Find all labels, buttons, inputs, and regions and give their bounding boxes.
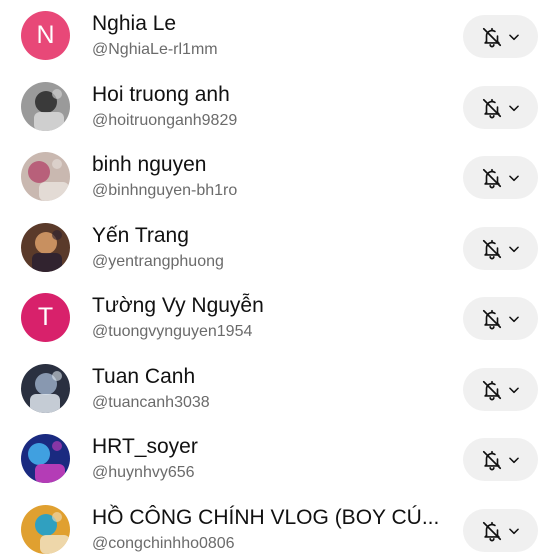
bell-off-icon xyxy=(481,449,503,471)
channel-handle: @yentrangphuong xyxy=(92,253,224,270)
channel-row[interactable]: Yến Trang @yentrangphuong xyxy=(0,212,560,282)
channel-name[interactable]: HỒ CÔNG CHÍNH VLOG (BOY CÚ... xyxy=(92,504,452,532)
channel-avatar[interactable] xyxy=(21,505,70,554)
channel-avatar[interactable] xyxy=(21,82,70,131)
channel-row[interactable]: Hoi truong anh @hoitruonganh9829 xyxy=(0,71,560,141)
bell-off-icon xyxy=(481,308,503,330)
chevron-down-icon xyxy=(507,383,521,397)
channel-name[interactable]: Yến Trang xyxy=(92,222,452,250)
channel-avatar[interactable] xyxy=(21,223,70,272)
channel-avatar[interactable]: N xyxy=(21,11,70,60)
notification-settings-button[interactable] xyxy=(463,15,538,58)
channel-name[interactable]: Tường Vy Nguyễn xyxy=(92,292,452,320)
chevron-down-icon xyxy=(507,242,521,256)
bell-off-icon xyxy=(481,379,503,401)
channel-avatar[interactable]: T xyxy=(21,293,70,342)
notification-settings-button[interactable] xyxy=(463,227,538,270)
chevron-down-icon xyxy=(507,171,521,185)
channel-row[interactable]: T Tường Vy Nguyễn @tuongvynguyen1954 xyxy=(0,282,560,352)
bell-off-icon xyxy=(481,520,503,542)
notification-settings-button[interactable] xyxy=(463,156,538,199)
channel-name[interactable]: Tuan Canh xyxy=(92,363,452,391)
chevron-down-icon xyxy=(507,524,521,538)
channel-row[interactable]: HRT_soyer @huynhvy656 xyxy=(0,423,560,493)
channel-name[interactable]: HRT_soyer xyxy=(92,433,452,461)
channel-handle: @NghiaLe-rl1mm xyxy=(92,41,218,58)
channel-avatar[interactable] xyxy=(21,152,70,201)
channel-row[interactable]: binh nguyen @binhnguyen-bh1ro xyxy=(0,141,560,211)
channel-row[interactable]: Tuan Canh @tuancanh3038 xyxy=(0,353,560,423)
bell-off-icon xyxy=(481,238,503,260)
channel-handle: @congchinhho0806 xyxy=(92,535,235,552)
bell-off-icon xyxy=(481,167,503,189)
bell-off-icon xyxy=(481,97,503,119)
channel-name[interactable]: Hoi truong anh xyxy=(92,81,452,109)
channel-handle: @tuancanh3038 xyxy=(92,394,210,411)
avatar-initial: T xyxy=(37,303,54,331)
bell-off-icon xyxy=(481,26,503,48)
channel-handle: @hoitruonganh9829 xyxy=(92,112,238,129)
channel-name[interactable]: Nghia Le xyxy=(92,10,452,38)
notification-settings-button[interactable] xyxy=(463,438,538,481)
chevron-down-icon xyxy=(507,312,521,326)
channel-name[interactable]: binh nguyen xyxy=(92,151,452,179)
notification-settings-button[interactable] xyxy=(463,86,538,129)
subscription-list: N Nghia Le @NghiaLe-rl1mm Hoi truong anh @ho… xyxy=(0,0,560,560)
notification-settings-button[interactable] xyxy=(463,368,538,411)
avatar-initial: N xyxy=(36,21,55,49)
chevron-down-icon xyxy=(507,453,521,467)
channel-handle: @huynhvy656 xyxy=(92,464,195,481)
channel-row[interactable]: HỒ CÔNG CHÍNH VLOG (BOY CÚ... @congchinhh… xyxy=(0,494,560,560)
channel-avatar[interactable] xyxy=(21,434,70,483)
channel-handle: @binhnguyen-bh1ro xyxy=(92,182,238,199)
chevron-down-icon xyxy=(507,30,521,44)
notification-settings-button[interactable] xyxy=(463,297,538,340)
channel-row[interactable]: N Nghia Le @NghiaLe-rl1mm xyxy=(0,0,560,70)
channel-avatar[interactable] xyxy=(21,364,70,413)
channel-handle: @tuongvynguyen1954 xyxy=(92,323,253,340)
notification-settings-button[interactable] xyxy=(463,509,538,552)
chevron-down-icon xyxy=(507,101,521,115)
